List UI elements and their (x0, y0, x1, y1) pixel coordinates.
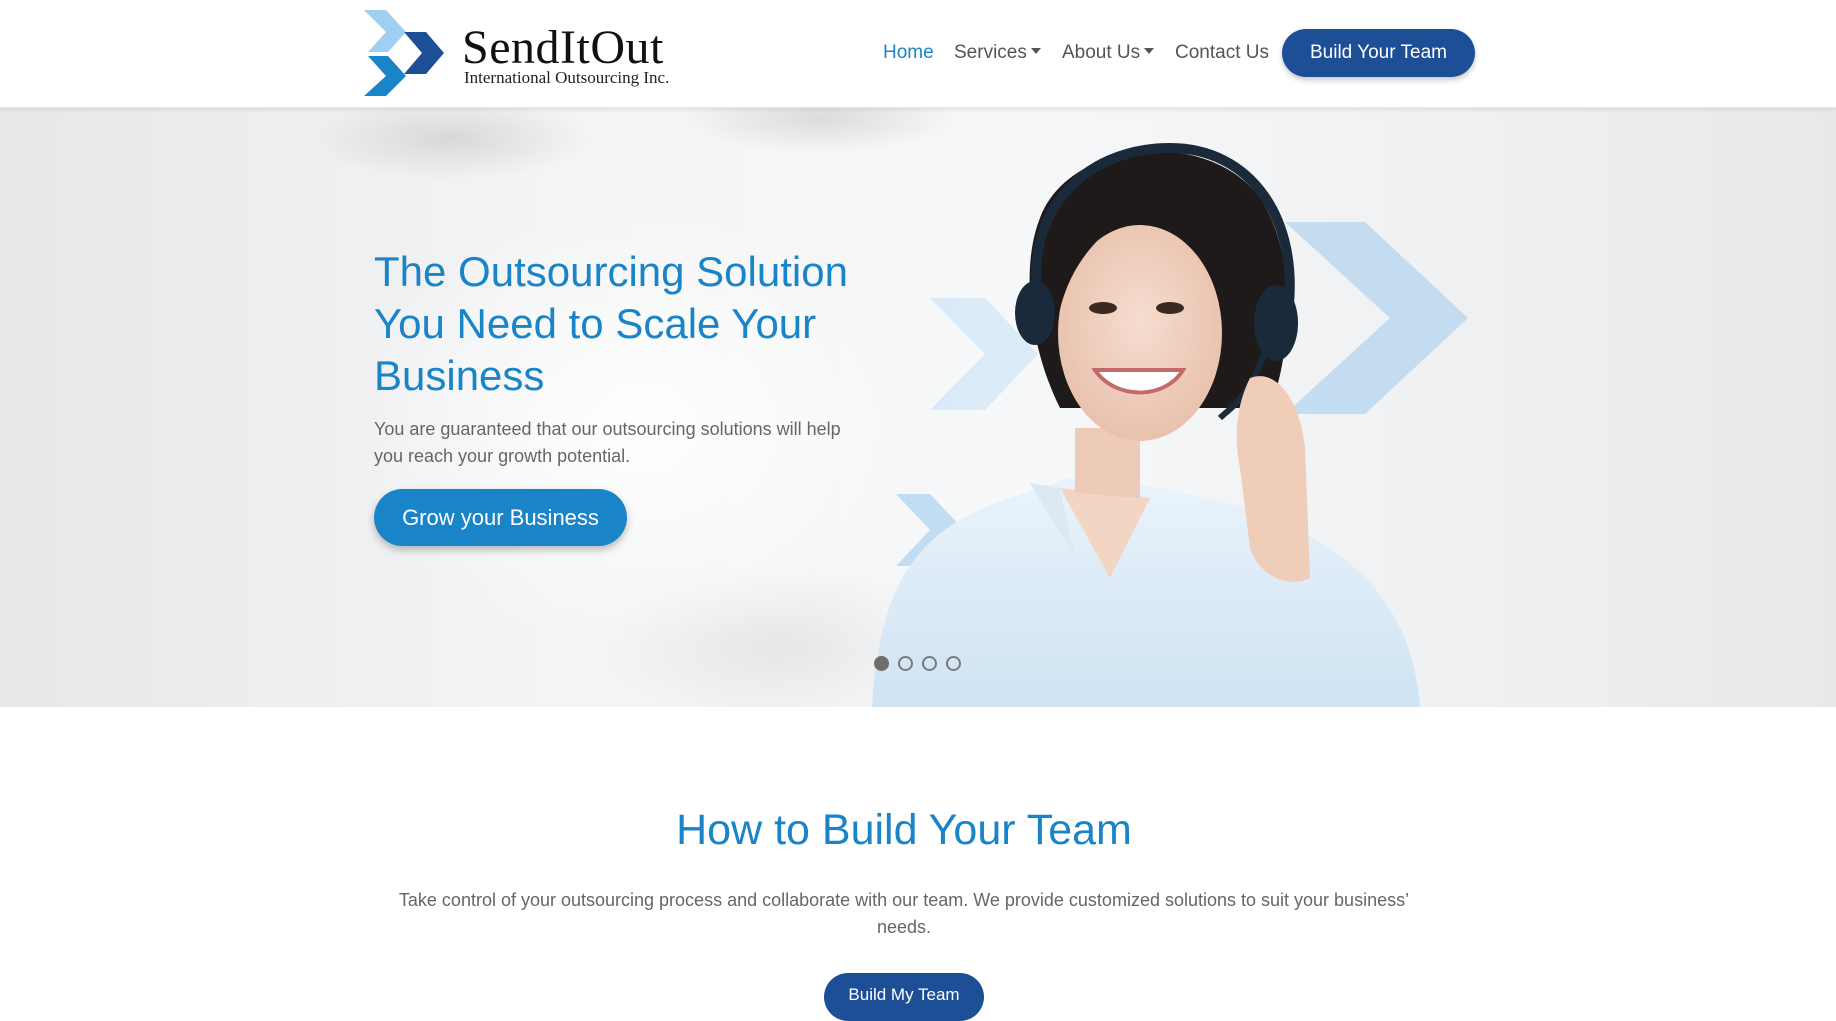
nav-about-us[interactable]: About Us (1062, 28, 1155, 78)
caret-down-icon (1144, 47, 1155, 54)
nav-services-label: Services (954, 42, 1027, 63)
section-title: How to Build Your Team (676, 806, 1132, 854)
site-header: SendItOut International Outsourcing Inc.… (0, 0, 1836, 108)
nav-contact-us[interactable]: Contact Us (1175, 28, 1269, 78)
caret-down-icon (1030, 47, 1041, 54)
hero-carousel: The Outsourcing Solution You Need to Sca… (0, 108, 1836, 707)
nav-home-label: Home (883, 42, 934, 63)
nav-about-label: About Us (1062, 42, 1141, 63)
hero-subtitle: You are guaranteed that our outsourcing … (374, 419, 841, 466)
nav-home[interactable]: Home (883, 28, 934, 78)
hero-title: The Outsourcing Solution You Need to Sca… (374, 248, 848, 399)
site-logo[interactable]: SendItOut International Outsourcing Inc. (364, 10, 694, 96)
logo-tagline: International Outsourcing Inc. (464, 68, 670, 87)
build-your-team-button[interactable]: Build Your Team (1282, 29, 1475, 77)
build-my-team-button[interactable]: Build My Team (824, 973, 984, 1021)
hero-image (872, 142, 1468, 707)
grow-your-business-button[interactable]: Grow your Business (374, 489, 627, 546)
carousel-dot-2[interactable] (898, 656, 913, 671)
carousel-dot-4[interactable] (946, 656, 961, 671)
nav-services[interactable]: Services (954, 28, 1041, 78)
carousel-dot-1[interactable] (874, 656, 889, 671)
chevron-decor-icon (1285, 222, 1468, 414)
nav-contact-label: Contact Us (1175, 42, 1269, 63)
logo-name: SendItOut (462, 21, 664, 74)
carousel-dot-3[interactable] (922, 656, 937, 671)
chevron-logo-icon (364, 10, 444, 96)
section-description: Take control of your outsourcing process… (398, 890, 1410, 937)
